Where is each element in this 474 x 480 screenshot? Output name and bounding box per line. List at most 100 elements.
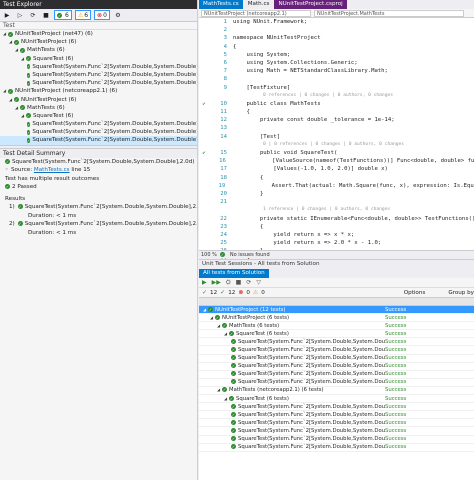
test-status-icon[interactable] xyxy=(199,215,209,223)
test-tree-item[interactable]: ✓ SquareTest(System.Func`2[System.Double,… xyxy=(0,71,197,79)
test-tree-item[interactable]: ✓ SquareTest(System.Func`2[System.Double,… xyxy=(0,128,197,136)
check-icon: ✓ xyxy=(231,419,236,425)
session-result-row[interactable]: ◢ ✓ NUnitTestProject (12 tests) Success xyxy=(199,306,474,315)
test-status-icon[interactable] xyxy=(199,141,209,149)
error-icon[interactable]: ⊗ xyxy=(238,289,243,296)
session-result-row[interactable]: ✓ SquareTest(System.Func`2[System.Double,… xyxy=(199,427,474,436)
code-area[interactable]: 1 using NUnit.Framework; 2 3 namespace NUnit… xyxy=(199,18,474,271)
session-result-row[interactable]: ◢ ✓ SquareTest (6 tests) Success xyxy=(199,330,474,339)
run-icon[interactable]: ▷ xyxy=(15,10,25,20)
test-tree-item[interactable]: ◢ ✓ NUnitTestProject (net47) (6) xyxy=(0,30,197,38)
session-result-row[interactable]: ◢ ✓ NUnitTestProject (6 tests) Success xyxy=(199,314,474,323)
code-lens[interactable]: 0 | 0 references | 0 changes | 0 authors… xyxy=(199,141,474,149)
test-status-icon[interactable]: ✔ xyxy=(199,100,209,108)
test-tree-item[interactable]: ◢ ✓ NUnitTestProject (netcoreapp2.1) (6) xyxy=(0,87,197,95)
test-status-icon[interactable] xyxy=(199,75,209,83)
session-result-row[interactable]: ✓ SquareTest(System.Func`2[System.Double,… xyxy=(199,371,474,379)
stop-icon[interactable]: ■ xyxy=(236,279,242,286)
session-result-row[interactable]: ✓ SquareTest(System.Func`2[System.Double,… xyxy=(199,419,474,428)
session-result-row[interactable]: ◢ ✓ MathTests (netcoreapp2.1) (6 tests) Suc… xyxy=(199,387,474,396)
test-status-icon[interactable] xyxy=(199,26,209,34)
cancel-icon[interactable]: ■ xyxy=(41,10,51,20)
session-result-row[interactable]: ✓ SquareTest(System.Func`2[System.Double,… xyxy=(199,444,474,452)
session-result-row[interactable]: ✓ SquareTest(System.Func`2[System.Double,… xyxy=(199,363,474,371)
session-result-row[interactable]: ✓ SquareTest(System.Func`2[System.Double,… xyxy=(199,403,474,412)
test-status-icon[interactable] xyxy=(199,174,209,182)
tab-mathtests-cs[interactable]: MathTests.cs xyxy=(199,0,243,9)
code-lens[interactable]: 0 references | 0 changes | 0 authors, 0 … xyxy=(199,92,474,100)
session-result-row[interactable]: ◢ ✓ SquareTest (6 tests) Success xyxy=(199,395,474,404)
session-result-row[interactable]: ✓ SquareTest(System.Func`2[System.Double,… xyxy=(199,379,474,387)
session-result-label: SquareTest(System.Func`2[System.Double,S… xyxy=(238,436,385,442)
line-number: 24 xyxy=(220,231,227,238)
run-all-icon[interactable]: ▶ xyxy=(2,10,12,20)
test-status-icon[interactable] xyxy=(199,206,209,214)
test-status-icon[interactable] xyxy=(199,18,209,26)
test-status-icon[interactable] xyxy=(199,108,209,116)
test-tree-item[interactable]: ✓ SquareTest(System.Func`2[System.Double,… xyxy=(0,136,197,145)
options-button[interactable]: Options xyxy=(404,290,426,296)
test-tree-item[interactable]: ◢ ✓ NUnitTestProject (6) xyxy=(0,38,197,46)
test-status-icon[interactable] xyxy=(199,198,209,206)
source-file-link[interactable]: MathTests.cs xyxy=(34,167,70,173)
run-icon[interactable]: ▶ xyxy=(202,279,207,286)
test-status-icon[interactable] xyxy=(199,182,208,190)
run-all-icon[interactable]: ▶▶ xyxy=(212,279,221,286)
session-result-row[interactable]: ◢ ✓ MathTests (6 tests) Success xyxy=(199,322,474,331)
test-status-icon[interactable] xyxy=(199,67,209,75)
test-status-icon[interactable] xyxy=(199,59,209,67)
tab-all-tests[interactable]: All tests from Solution xyxy=(199,269,269,278)
test-status-icon[interactable] xyxy=(199,124,209,132)
project-dropdown[interactable]: NUnitTestProject (netcoreapp2.1) xyxy=(201,9,311,17)
passed-filter-button[interactable]: ✓ 6 xyxy=(54,10,72,20)
session-result-row[interactable]: ✓ SquareTest(System.Func`2[System.Double,… xyxy=(199,411,474,420)
zoom-level[interactable]: 100 % xyxy=(201,252,217,258)
test-status-icon[interactable] xyxy=(199,51,209,59)
test-tree-item[interactable]: ◢ ✓ MathTests (6) xyxy=(0,46,197,54)
class-dropdown[interactable]: NUnitTestProject.MathTests xyxy=(314,9,464,17)
tab-math-cs[interactable]: Math.cs xyxy=(244,0,274,9)
test-status-icon[interactable] xyxy=(199,223,209,231)
test-status-icon[interactable]: ✔ xyxy=(199,149,209,157)
test-tree-item[interactable]: ✓ SquareTest(System.Func`2[System.Double,… xyxy=(0,120,197,128)
test-status-icon[interactable] xyxy=(199,43,209,51)
test-tree-item[interactable]: ◢ ✓ SquareTest (6) xyxy=(0,112,197,120)
passed-icon[interactable]: ✓ xyxy=(202,289,207,296)
filter-icon[interactable]: ▽ xyxy=(256,279,261,286)
test-status-icon[interactable] xyxy=(199,84,209,92)
warning-filter-button[interactable]: ⚠ 6 xyxy=(74,10,92,20)
session-result-row[interactable]: ✓ SquareTest(System.Func`2[System.Double,… xyxy=(199,436,474,444)
check-icon: ✓ xyxy=(14,97,19,103)
test-tree-item[interactable]: ✓ SquareTest(System.Func`2[System.Double,… xyxy=(0,63,197,71)
test-status-icon[interactable] xyxy=(199,34,209,42)
test-tree-item[interactable]: ✓ SquareTest(System.Func`2[System.Double,… xyxy=(0,79,197,87)
test-status-icon[interactable] xyxy=(199,239,209,247)
code-lens[interactable]: 1 reference | 0 changes | 0 authors, 0 c… xyxy=(199,206,474,214)
test-status-icon[interactable] xyxy=(199,165,209,173)
line-number: 16 xyxy=(219,158,226,165)
session-result-row[interactable]: ✓ SquareTest(System.Func`2[System.Double,… xyxy=(199,338,474,347)
test-status-icon[interactable] xyxy=(199,116,209,124)
settings-icon[interactable]: ⚙ xyxy=(113,10,123,20)
test-tree-item[interactable]: ◢ ✓ SquareTest (6) xyxy=(0,55,197,63)
session-result-row[interactable]: ✓ SquareTest(System.Func`2[System.Double,… xyxy=(199,346,474,355)
test-status-icon[interactable] xyxy=(199,190,209,198)
refresh-icon[interactable]: ⟳ xyxy=(246,279,251,286)
test-status-icon[interactable] xyxy=(199,157,209,165)
refresh-icon[interactable]: ⟳ xyxy=(28,10,38,20)
code-text: public class MathTests xyxy=(233,100,321,107)
failed-filter-button[interactable]: ⊗ 0 xyxy=(94,10,110,20)
test-status-icon[interactable] xyxy=(199,133,209,141)
check-icon[interactable]: ✓ xyxy=(220,289,225,296)
check-icon: ✓ xyxy=(26,56,31,62)
debug-icon[interactable]: ⛭ xyxy=(226,279,231,287)
test-tree-label: NUnitTestProject (6) xyxy=(21,39,77,46)
session-result-row[interactable]: ✓ SquareTest(System.Func`2[System.Double,… xyxy=(199,355,474,363)
warning-icon[interactable]: ⚠ xyxy=(253,289,258,296)
tab-csproj[interactable]: NUnitTestProject.csproj xyxy=(274,0,347,9)
test-tree-item[interactable]: ◢ ✓ NUnitTestProject (6) xyxy=(0,96,197,104)
test-tree-item[interactable]: ◢ ✓ MathTests (6) xyxy=(0,104,197,112)
test-status-icon[interactable] xyxy=(199,92,209,100)
test-status-icon[interactable] xyxy=(199,231,209,239)
group-by-button[interactable]: Group by xyxy=(448,290,474,296)
